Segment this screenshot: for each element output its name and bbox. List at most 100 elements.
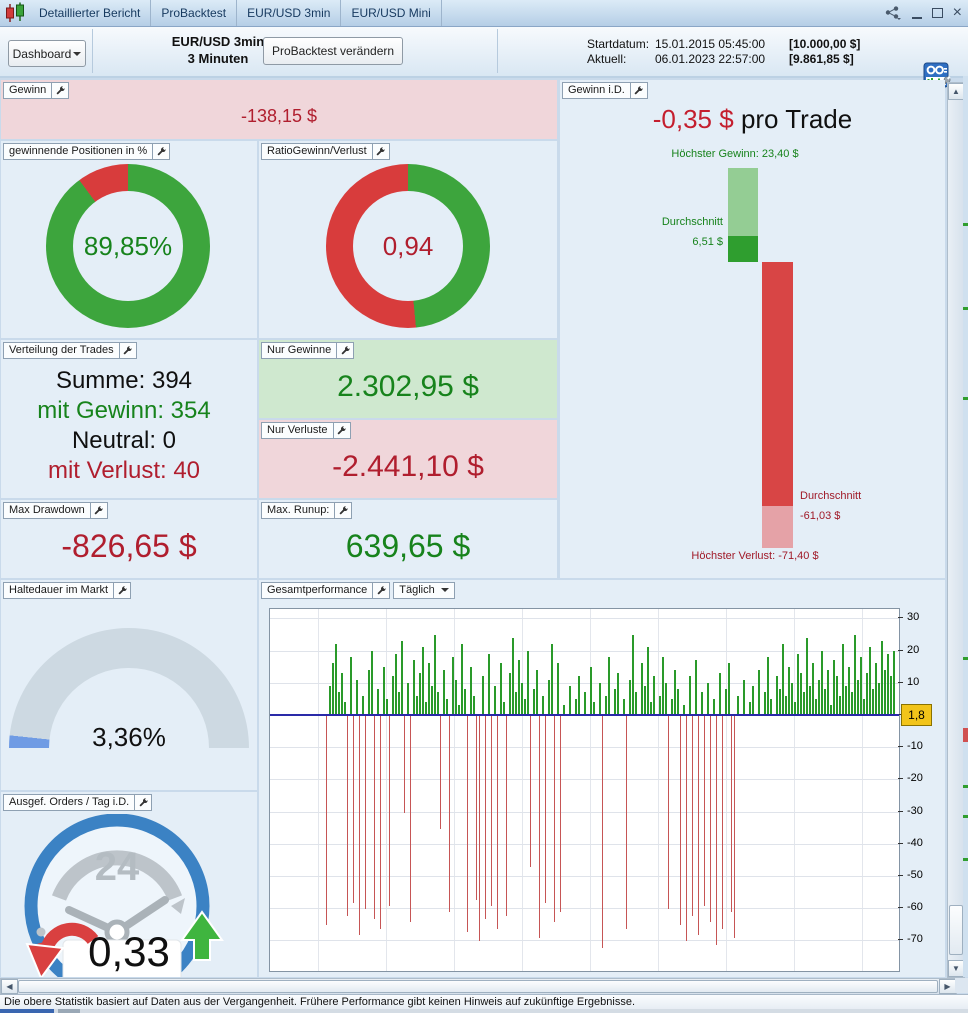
perf-bar	[434, 634, 436, 715]
perf-bar	[734, 716, 735, 939]
perf-bar	[392, 676, 394, 715]
perf-bar	[329, 686, 331, 715]
verteilung-row: Neutral: 0	[71, 427, 177, 454]
panel-verteilung-title: Verteilung der Trades	[3, 342, 120, 359]
vertical-scrollbar-thumb[interactable]	[949, 905, 963, 955]
panel-ratio-gewinn-verlust: RatioGewinn/Verlust 0,94	[259, 141, 557, 338]
perf-bar	[809, 686, 811, 715]
perf-bar	[446, 698, 448, 715]
perf-bar	[839, 695, 841, 715]
wrench-icon[interactable]	[118, 342, 137, 359]
tab-eurusd-3min[interactable]: EUR/USD 3min	[237, 0, 342, 26]
perf-bar	[662, 657, 664, 715]
avg-gain-label: Durchschnitt	[661, 216, 723, 228]
wrench-icon[interactable]	[152, 143, 171, 160]
perf-bar	[443, 669, 445, 715]
perf-bar	[632, 634, 634, 715]
perf-bar	[590, 666, 592, 715]
perf-bar	[353, 716, 354, 903]
perf-bar	[815, 698, 817, 715]
perf-bar	[416, 695, 418, 715]
axis-tick	[898, 939, 903, 941]
panel-gesamtperformance: Gesamtperformance Täglich 3020100-10-20-…	[259, 580, 945, 977]
svg-text:24: 24	[95, 845, 140, 889]
perf-bar	[845, 686, 847, 715]
tab-eurusd-mini[interactable]: EUR/USD Mini	[341, 0, 442, 26]
wrench-icon[interactable]	[134, 794, 153, 811]
wrench-icon[interactable]	[332, 422, 351, 439]
perf-bar	[779, 689, 781, 715]
edge-mark-green	[963, 223, 968, 226]
perf-bar	[872, 689, 874, 715]
axis-tick	[898, 681, 903, 683]
perf-bar	[770, 698, 772, 715]
perf-bar	[359, 716, 360, 935]
perf-bar	[764, 692, 766, 715]
perf-bar	[431, 686, 433, 715]
gridline	[726, 609, 727, 971]
wrench-icon[interactable]	[336, 342, 355, 359]
perf-bar	[875, 663, 877, 715]
probacktest-veraendern-button[interactable]: ProBacktest verändern	[263, 37, 403, 65]
perf-bar	[473, 695, 475, 715]
perf-bar	[557, 663, 559, 715]
perf-bar	[362, 695, 364, 715]
perf-bar	[479, 716, 480, 942]
perf-bar	[521, 682, 523, 715]
edge-mark-green	[963, 397, 968, 400]
panel-max-runup: Max. Runup: 639,65 $	[259, 500, 557, 578]
panel-verteilung-der-trades: Verteilung der Trades Summe: 394 mit Gewi…	[1, 340, 257, 498]
wrench-icon[interactable]	[334, 502, 353, 519]
perf-bar	[641, 663, 643, 715]
share-icon[interactable]	[884, 6, 902, 20]
panel-max-drawdown: Max Drawdown -826,65 $	[1, 500, 257, 578]
perf-bar	[704, 716, 705, 906]
minimize-icon[interactable]	[911, 8, 922, 19]
date-summary: Startdatum: 15.01.2015 05:45:00 [10.000,…	[587, 37, 860, 67]
wrench-icon[interactable]	[51, 82, 70, 99]
perf-bar	[548, 679, 550, 715]
axis-tick-label: -40	[907, 836, 923, 849]
perf-bar	[887, 653, 889, 715]
perf-bar	[728, 663, 730, 715]
maximize-icon[interactable]	[931, 8, 943, 18]
close-icon[interactable]: ×	[953, 5, 962, 21]
nur-verluste-value: -2.441,10 $	[332, 450, 484, 483]
scroll-down-icon[interactable]: ▼	[948, 960, 964, 977]
perf-bar	[542, 695, 544, 715]
perf-bar	[383, 666, 385, 715]
wrench-icon[interactable]	[371, 143, 390, 160]
wrench-icon[interactable]	[629, 82, 648, 99]
perf-bar	[533, 689, 535, 715]
period-dropdown[interactable]: Täglich	[393, 582, 455, 599]
perf-bar	[584, 692, 586, 715]
perf-bar	[440, 716, 441, 829]
panel-nur-gewinne-title: Nur Gewinne	[261, 342, 338, 359]
winning-positions-value: 89,85%	[73, 191, 183, 301]
dashboard-dropdown[interactable]: Dashboard	[8, 40, 86, 67]
wrench-icon[interactable]	[372, 582, 391, 599]
perf-bar	[545, 716, 546, 903]
perf-bar	[332, 663, 334, 715]
perf-bar	[719, 673, 721, 715]
perf-bar	[485, 716, 486, 919]
panel-gesamtperformance-title: Gesamtperformance	[261, 582, 374, 599]
tab-probacktest[interactable]: ProBacktest	[151, 0, 238, 26]
scroll-up-icon[interactable]: ▲	[948, 83, 964, 100]
scroll-left-icon[interactable]: ◀	[1, 979, 18, 994]
perf-bar	[776, 676, 778, 715]
wrench-icon[interactable]	[113, 582, 132, 599]
panel-nur-verluste-title: Nur Verluste	[261, 422, 334, 439]
horizontal-scrollbar[interactable]: ◀ ▶	[0, 978, 957, 995]
max-drawdown-value: -826,65 $	[61, 528, 197, 564]
scroll-right-icon[interactable]: ▶	[939, 979, 956, 994]
gridline	[386, 609, 387, 971]
panel-gewinn-id: Gewinn i.D. -0,35 $ pro Trade Höchster G…	[560, 80, 945, 578]
horizontal-scrollbar-thumb[interactable]	[18, 980, 938, 993]
perf-bar	[509, 673, 511, 715]
perf-bar	[401, 640, 403, 715]
tab-detaillierter-bericht[interactable]: Detaillierter Bericht	[29, 0, 152, 26]
perf-bar	[569, 686, 571, 715]
wrench-icon[interactable]	[89, 502, 108, 519]
perf-bar	[701, 692, 703, 715]
